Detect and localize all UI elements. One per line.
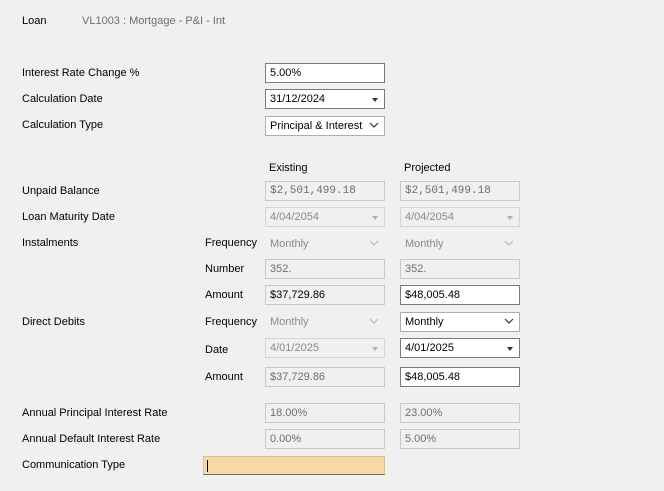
unpaid-balance-projected: $2,501,499.18 <box>400 181 520 201</box>
communication-type-input[interactable] <box>203 456 385 475</box>
dropdown-arrow-icon <box>507 216 513 220</box>
dropdown-arrow-icon <box>372 347 378 351</box>
annual-principal-rate-projected: 23.00% <box>400 403 520 423</box>
maturity-date-existing: 4/04/2054 <box>265 207 385 227</box>
calc-date-label: Calculation Date <box>22 93 103 105</box>
instalments-number-label: Number <box>205 263 245 275</box>
maturity-date-label: Loan Maturity Date <box>22 211 115 223</box>
calc-type-label: Calculation Type <box>22 119 104 131</box>
instalments-frequency-label: Frequency <box>205 237 257 249</box>
communication-type-label: Communication Type <box>22 459 126 471</box>
direct-debits-frequency-label: Frequency <box>205 316 257 328</box>
direct-debits-frequency-existing: Monthly <box>265 312 385 332</box>
direct-debits-label: Direct Debits <box>22 316 85 328</box>
direct-debits-frequency-select[interactable]: Monthly <box>400 312 520 332</box>
annual-default-rate-projected: 5.00% <box>400 429 520 449</box>
direct-debits-date-picker[interactable]: 4/01/2025 <box>400 338 520 358</box>
unpaid-balance-existing: $2,501,499.18 <box>265 181 385 201</box>
rate-change-label: Interest Rate Change % <box>22 67 140 79</box>
projected-column-header: Projected <box>404 162 451 174</box>
chevron-down-icon[interactable] <box>369 121 379 129</box>
rate-change-input[interactable]: 5.00% <box>265 63 385 83</box>
chevron-down-icon[interactable] <box>504 317 514 325</box>
direct-debits-date-label: Date <box>205 344 229 356</box>
instalments-number-projected: 352. <box>400 259 520 279</box>
calc-date-picker[interactable]: 31/12/2024 <box>265 89 385 109</box>
direct-debits-amount-existing: $37,729.86 <box>265 367 385 387</box>
instalments-amount-projected[interactable]: $48,005.48 <box>400 285 520 305</box>
direct-debits-amount-label: Amount <box>205 371 243 383</box>
unpaid-balance-label: Unpaid Balance <box>22 185 100 197</box>
instalments-frequency-existing: Monthly <box>265 234 385 254</box>
annual-principal-rate-existing: 18.00% <box>265 403 385 423</box>
calc-type-select[interactable]: Principal & Interest <box>265 116 385 136</box>
instalments-frequency-projected: Monthly <box>400 234 520 254</box>
instalments-number-existing: 352. <box>265 259 385 279</box>
annual-default-rate-existing: 0.00% <box>265 429 385 449</box>
direct-debits-date-existing: 4/01/2025 <box>265 338 385 358</box>
instalments-amount-label: Amount <box>205 289 243 301</box>
direct-debits-amount-projected[interactable]: $48,005.48 <box>400 367 520 387</box>
chevron-down-icon <box>369 240 379 246</box>
annual-default-rate-label: Annual Default Interest Rate <box>22 433 161 445</box>
instalments-amount-existing: $37,729.86 <box>265 285 385 305</box>
text-caret <box>207 460 208 472</box>
maturity-date-projected: 4/04/2054 <box>400 207 520 227</box>
chevron-down-icon <box>504 240 514 246</box>
loan-label: Loan <box>22 15 47 27</box>
instalments-label: Instalments <box>22 237 79 249</box>
annual-principal-rate-label: Annual Principal Interest Rate <box>22 407 168 419</box>
loan-value: VL1003 : Mortgage - P&I - Int <box>82 15 226 27</box>
chevron-down-icon <box>369 318 379 324</box>
dropdown-arrow-icon[interactable] <box>372 98 378 102</box>
dropdown-arrow-icon <box>372 216 378 220</box>
dropdown-arrow-icon[interactable] <box>507 347 513 351</box>
existing-column-header: Existing <box>269 162 308 174</box>
